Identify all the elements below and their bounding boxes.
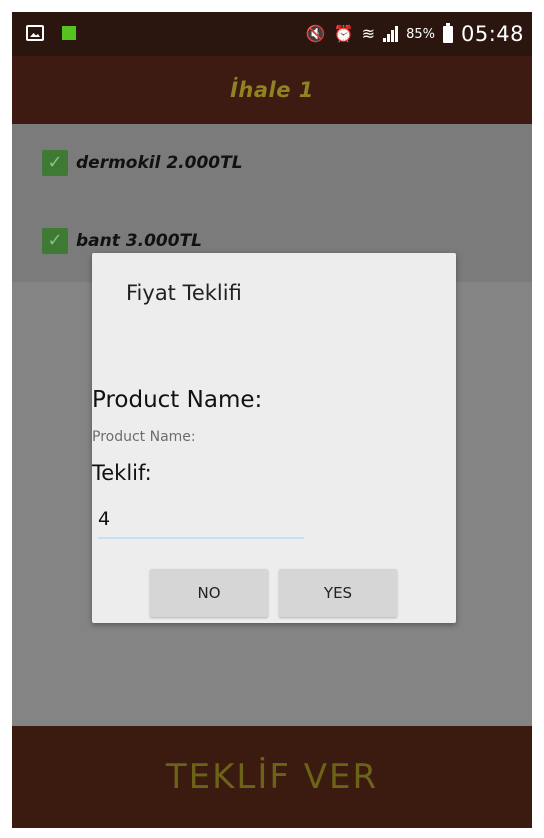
signal-icon <box>383 26 399 42</box>
list-item-label: bant 3.000TL <box>76 231 202 251</box>
checkbox-checked-icon[interactable]: ✓ <box>42 228 68 254</box>
checkbox-checked-icon[interactable]: ✓ <box>42 150 68 176</box>
offer-label: Teklif: <box>92 461 152 485</box>
mute-icon: 🔇 <box>305 24 326 43</box>
offer-dialog: Fiyat Teklifi Product Name: Product Name… <box>92 253 456 623</box>
alarm-icon: ⏰ <box>333 24 354 43</box>
clock: 05:48 <box>460 22 524 46</box>
offer-input[interactable] <box>98 501 304 539</box>
list-item-label: dermokil 2.000TL <box>76 153 243 173</box>
page-title: İhale 1 <box>230 78 314 102</box>
status-right-group: 🔇 ⏰ ≋ 85% 05:48 <box>306 20 524 48</box>
product-name-value: Product Name: <box>92 429 196 445</box>
yes-button[interactable]: YES <box>279 569 397 617</box>
wifi-icon: ≋ <box>361 24 376 43</box>
battery-percent: 85% <box>406 26 435 42</box>
product-name-label: Product Name: <box>92 387 263 413</box>
list-item[interactable]: ✓ bant 3.000TL <box>42 228 202 254</box>
no-button[interactable]: NO <box>150 569 268 617</box>
image-icon <box>26 25 44 41</box>
submit-offer-button[interactable]: TEKLİF VER <box>166 757 378 797</box>
battery-icon <box>442 22 453 43</box>
app-notification-icon <box>62 26 76 40</box>
list-item[interactable]: ✓ dermokil 2.000TL <box>42 150 243 176</box>
submit-offer-bar[interactable]: TEKLİF VER <box>12 726 532 828</box>
action-bar: İhale 1 <box>12 56 532 124</box>
status-bar: 🔇 ⏰ ≋ 85% 05:48 <box>12 12 532 56</box>
dialog-title: Fiyat Teklifi <box>126 281 242 305</box>
